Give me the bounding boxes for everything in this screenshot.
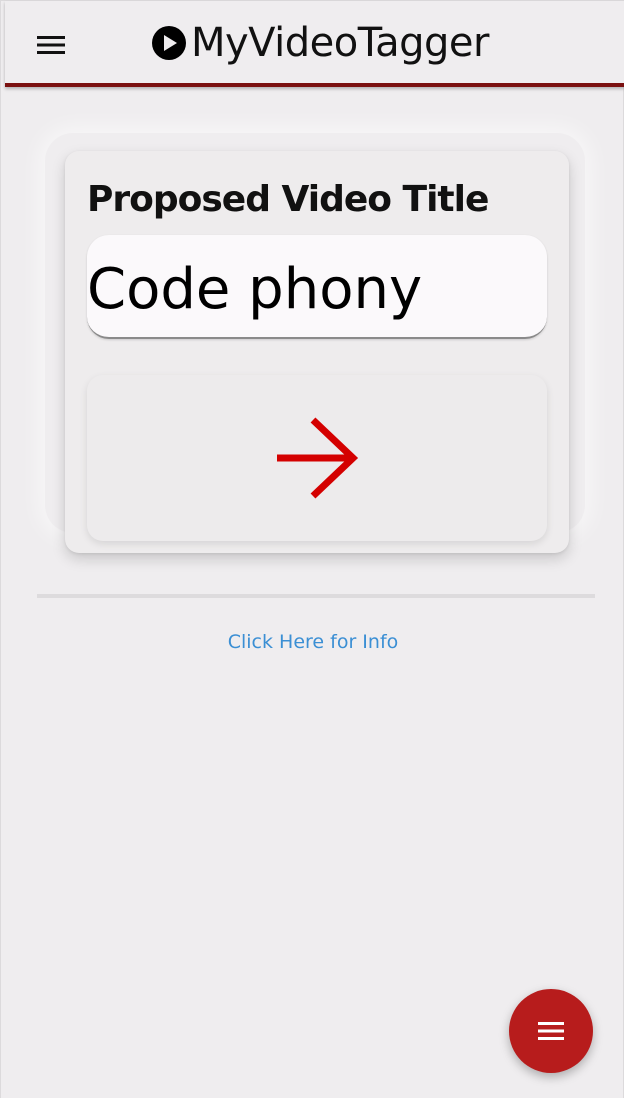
app-bar: MyVideoTagger [5,1,624,87]
fab-menu-button[interactable] [509,989,593,1073]
page: MyVideoTagger Proposed Video Title Code … [0,0,624,1098]
hamburger-menu-icon[interactable] [35,31,67,59]
brand[interactable]: MyVideoTagger [151,17,489,69]
arrow-right-icon [277,417,359,499]
play-circle-icon [152,26,186,60]
divider [37,594,595,598]
brand-name: MyVideoTagger [191,20,489,66]
title-input-value: Code phony [87,257,423,322]
info-link[interactable]: Click Here for Info [1,631,624,653]
submit-button[interactable] [87,375,547,541]
proposed-title-card: Proposed Video Title Code phony [65,151,569,553]
menu-lines-icon [538,1022,564,1040]
title-input[interactable]: Code phony [87,235,547,339]
card-title: Proposed Video Title [87,179,489,220]
